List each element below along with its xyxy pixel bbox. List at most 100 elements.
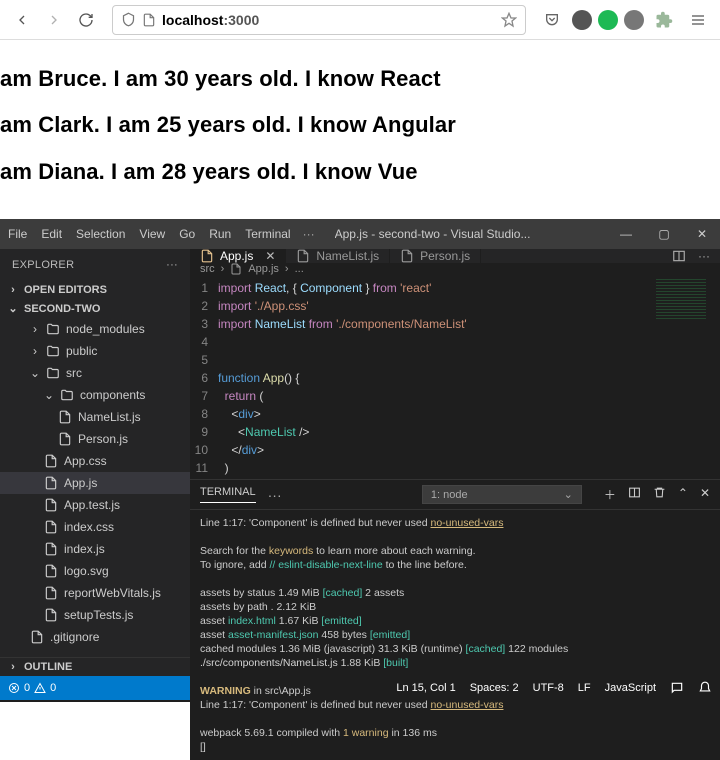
vscode-window: File Edit Selection View Go Run Terminal ··· A… — [0, 219, 720, 702]
page-line: am Bruce. I am 30 years old. I know Reac… — [0, 66, 720, 92]
window-maximize-button[interactable]: ▢ — [654, 227, 674, 241]
menu-run[interactable]: Run — [209, 227, 231, 241]
terminal-line: Search for the keywords to learn more ab… — [200, 544, 710, 558]
code-line[interactable]: 9 <NameList /> — [190, 423, 720, 441]
code-line[interactable]: 10 </div> — [190, 441, 720, 459]
ext1-icon[interactable] — [572, 10, 592, 30]
url-bar[interactable]: localhost:3000 — [112, 5, 526, 35]
notifications-icon[interactable] — [698, 681, 712, 695]
browser-toolbar: localhost:3000 — [0, 0, 720, 40]
folder-components[interactable]: ⌄components — [0, 384, 190, 406]
terminal-selector[interactable]: 1: node⌄ — [422, 485, 582, 504]
code-line[interactable]: 2import './App.css' — [190, 297, 720, 315]
nav-reload-button[interactable] — [72, 6, 100, 34]
terminal-line: webpack 5.69.1 compiled with 1 warning i… — [200, 726, 710, 740]
status-language[interactable]: JavaScript — [605, 681, 656, 695]
code-line[interactable]: 8 <div> — [190, 405, 720, 423]
code-line[interactable]: 4 — [190, 333, 720, 351]
ext3-icon[interactable] — [624, 10, 644, 30]
breadcrumb[interactable]: src› App.js› ... — [190, 263, 720, 275]
terminal-line: To ignore, add // eslint-disable-next-li… — [200, 558, 710, 572]
code-line[interactable]: 7 return ( — [190, 387, 720, 405]
status-spaces[interactable]: Spaces: 2 — [470, 681, 519, 695]
kill-terminal-icon[interactable] — [653, 486, 666, 499]
pocket-icon[interactable] — [538, 6, 566, 34]
file-namelist-js[interactable]: NameList.js — [0, 406, 190, 428]
file-index-js[interactable]: index.js — [0, 538, 190, 560]
page-icon — [142, 13, 156, 27]
panel-maximize-icon[interactable]: ⌃ — [678, 486, 688, 503]
tab-close-icon[interactable]: ✕ — [265, 249, 275, 263]
status-ln-col[interactable]: Ln 15, Col 1 — [396, 681, 455, 695]
panel-close-icon[interactable]: ✕ — [700, 486, 710, 503]
url-text: localhost:3000 — [162, 12, 495, 28]
tab-person-js[interactable]: Person.js — [390, 249, 481, 263]
folder-src[interactable]: ⌄src — [0, 362, 190, 384]
menu-file[interactable]: File — [8, 227, 27, 241]
terminal-line: assets by path . 2.12 KiB — [200, 600, 710, 614]
file-setuptests-js[interactable]: setupTests.js — [0, 604, 190, 626]
tab-bar: App.js✕NameList.jsPerson.js ··· — [190, 249, 720, 263]
menu-edit[interactable]: Edit — [41, 227, 62, 241]
star-icon[interactable] — [501, 12, 517, 28]
explorer-more-icon[interactable]: ··· — [166, 259, 178, 271]
ext4-icon[interactable] — [650, 6, 678, 34]
new-terminal-icon[interactable]: ＋ — [604, 486, 616, 503]
vscode-titlebar: FileEditSelectionViewGoRunTerminal ··· A… — [0, 219, 720, 249]
tab-namelist-js[interactable]: NameList.js — [286, 249, 390, 263]
code-editor[interactable]: 1import React, { Component } from 'react… — [190, 275, 720, 479]
file--gitignore[interactable]: .gitignore — [0, 626, 190, 648]
file-reportwebvitals-js[interactable]: reportWebVitals.js — [0, 582, 190, 604]
nav-forward-button[interactable] — [40, 6, 68, 34]
menu-view[interactable]: View — [139, 227, 165, 241]
folder-node_modules[interactable]: ›node_modules — [0, 318, 190, 340]
terminal-tab[interactable]: TERMINAL — [200, 486, 256, 503]
ext2-icon[interactable] — [598, 10, 618, 30]
file-logo-svg[interactable]: logo.svg — [0, 560, 190, 582]
code-line[interactable]: 3import NameList from './components/Name… — [190, 315, 720, 333]
nav-back-button[interactable] — [8, 6, 36, 34]
page-line: am Diana. I am 28 years old. I know Vue — [0, 159, 720, 185]
code-line[interactable]: 5 — [190, 351, 720, 369]
panel-more-icon[interactable]: ··· — [268, 487, 282, 503]
file-app-js[interactable]: App.js — [0, 472, 190, 494]
status-eol[interactable]: LF — [578, 681, 591, 695]
file-index-css[interactable]: index.css — [0, 516, 190, 538]
split-editor-icon[interactable] — [672, 249, 686, 263]
menu-overflow-icon[interactable]: ··· — [303, 227, 315, 241]
terminal-line: asset index.html 1.67 KiB [emitted] — [200, 614, 710, 628]
terminal-output[interactable]: Line 1:17: 'Component' is defined but ne… — [190, 510, 720, 760]
menu-go[interactable]: Go — [179, 227, 195, 241]
window-minimize-button[interactable]: — — [616, 227, 636, 241]
file-tree: ›node_modules›public⌄src⌄componentsNameL… — [0, 318, 190, 648]
page-content: am Bruce. I am 30 years old. I know Reac… — [0, 40, 720, 219]
tab-app-js[interactable]: App.js✕ — [190, 249, 286, 263]
tab-more-icon[interactable]: ··· — [698, 249, 710, 263]
status-encoding[interactable]: UTF-8 — [533, 681, 564, 695]
feedback-icon[interactable] — [670, 681, 684, 695]
code-line[interactable]: 6function App() { — [190, 369, 720, 387]
minimap[interactable] — [650, 275, 720, 479]
code-line[interactable]: 11 ) — [190, 459, 720, 477]
terminal-line: ./src/components/NameList.js 1.88 KiB [b… — [200, 656, 710, 670]
error-icon — [8, 682, 20, 694]
code-line[interactable]: 1import React, { Component } from 'react… — [190, 279, 720, 297]
folder-public[interactable]: ›public — [0, 340, 190, 362]
window-close-button[interactable]: ✕ — [692, 227, 712, 241]
split-terminal-icon[interactable] — [628, 486, 641, 499]
terminal-line: cached modules 1.36 MiB (javascript) 31.… — [200, 642, 710, 656]
file-person-js[interactable]: Person.js — [0, 428, 190, 450]
file-app-css[interactable]: App.css — [0, 450, 190, 472]
file-app-test-js[interactable]: App.test.js — [0, 494, 190, 516]
menu-terminal[interactable]: Terminal — [245, 227, 290, 241]
open-editors-section[interactable]: ›OPEN EDITORS — [0, 281, 190, 299]
hamburger-icon[interactable] — [684, 6, 712, 34]
menu-selection[interactable]: Selection — [76, 227, 125, 241]
workspace-root[interactable]: ⌄SECOND-TWO — [0, 299, 190, 318]
page-line: am Clark. I am 25 years old. I know Angu… — [0, 112, 720, 138]
terminal-line — [200, 530, 710, 544]
status-errors[interactable]: 0 0 — [8, 682, 56, 694]
explorer-sidebar: EXPLORER ··· ›OPEN EDITORS ⌄SECOND-TWO ›… — [0, 249, 190, 676]
outline-section[interactable]: ›OUTLINE — [0, 657, 190, 676]
terminal-line: Line 1:17: 'Component' is defined but ne… — [200, 698, 710, 712]
